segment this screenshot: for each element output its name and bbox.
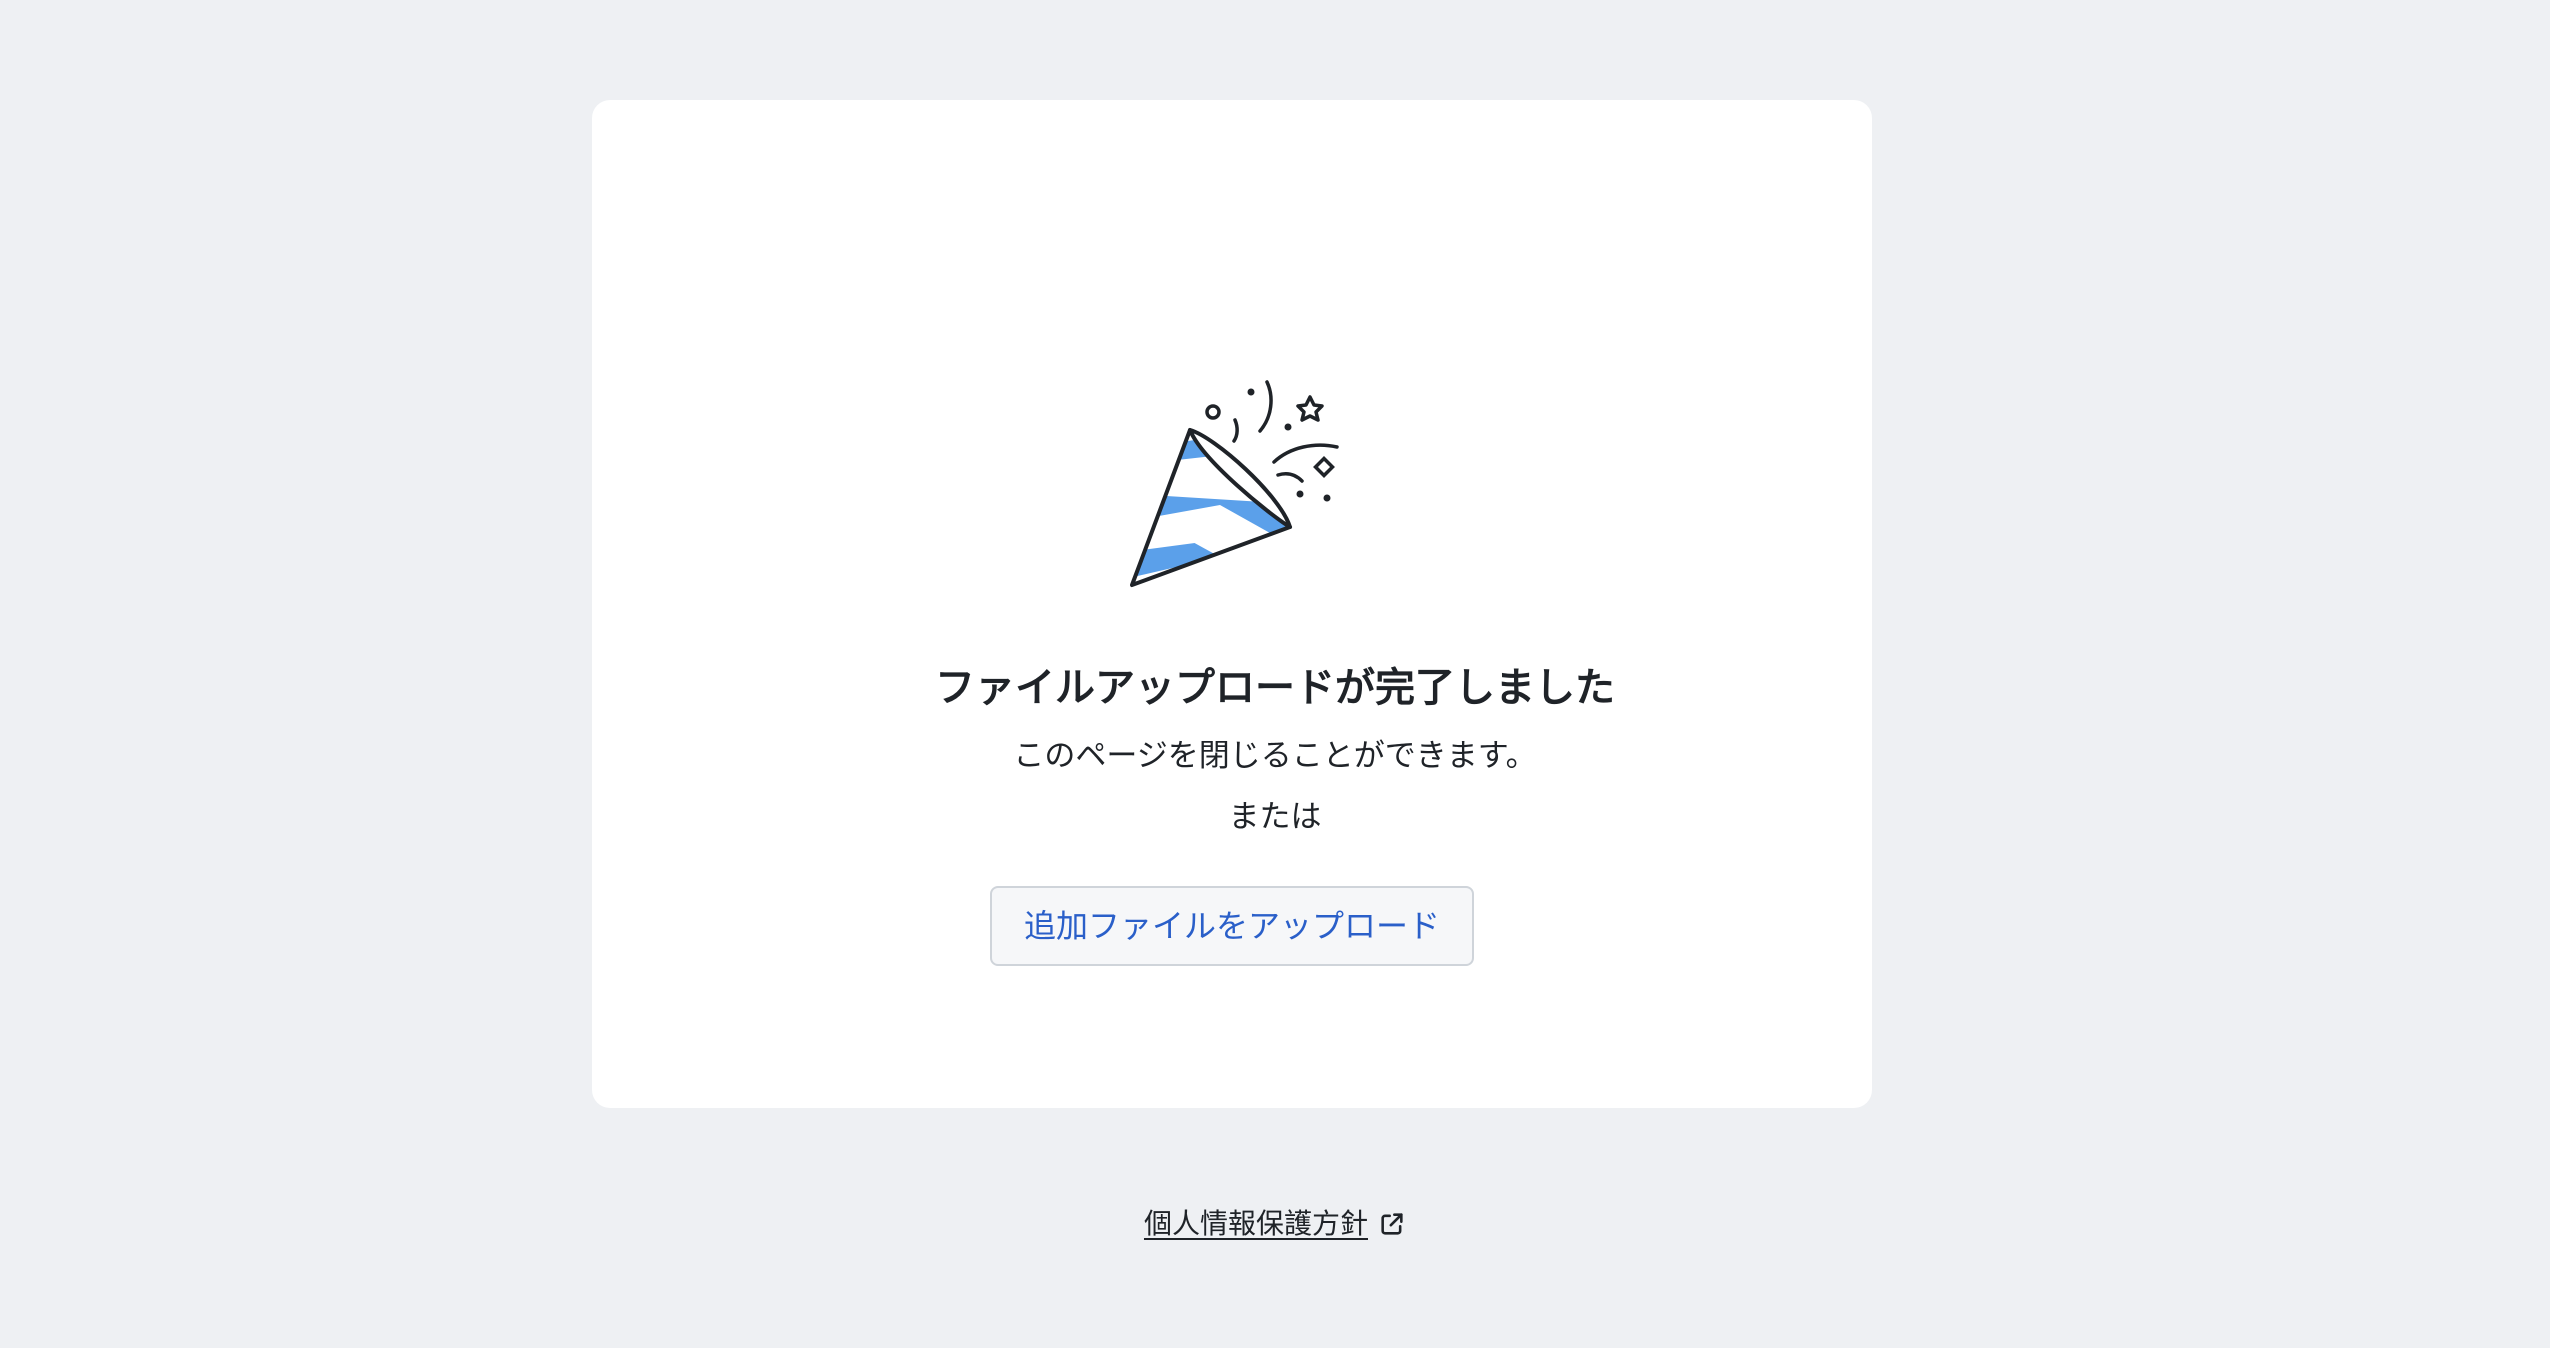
close-page-message: このページを閉じることができます。 <box>1013 738 1537 774</box>
privacy-policy-label: 個人情報保護方針 <box>1143 1207 1368 1240</box>
footer: 個人情報保護方針 <box>0 1202 2550 1246</box>
external-link-icon <box>1381 1213 1403 1235</box>
or-divider-text: または <box>1228 799 1322 835</box>
upload-more-files-button[interactable]: 追加ファイルをアップロード <box>990 886 1474 966</box>
privacy-policy-link[interactable]: 個人情報保護方針 <box>1144 1202 1406 1246</box>
page-title: ファイルアップロードが完了しました <box>935 665 1615 711</box>
party-popper-icon <box>1130 380 1339 587</box>
